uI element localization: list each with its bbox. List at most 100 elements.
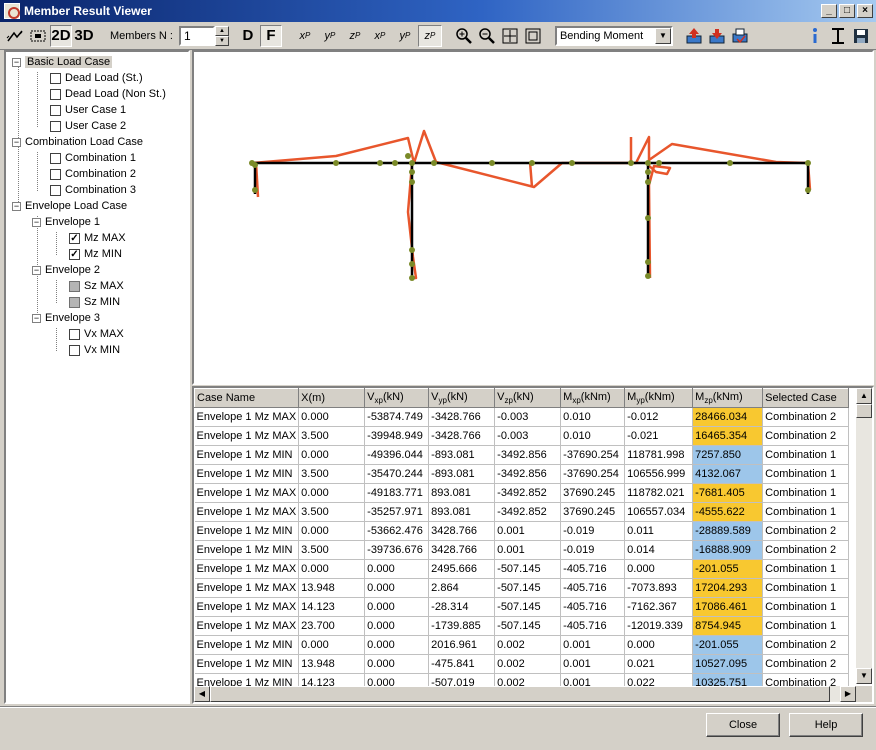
export-icon[interactable]: [683, 25, 705, 47]
table-cell[interactable]: -37690.254: [560, 445, 626, 465]
tree-checkbox[interactable]: [69, 280, 80, 292]
xp-force-button[interactable]: xP: [293, 25, 317, 47]
table-cell[interactable]: -7073.893: [624, 578, 694, 598]
table-cell[interactable]: Combination 1: [762, 483, 850, 503]
zoom-fit-icon[interactable]: [499, 25, 521, 47]
table-cell[interactable]: Envelope 1 Mz MIN: [194, 521, 300, 541]
table-cell[interactable]: 13.948: [298, 654, 366, 674]
help-button[interactable]: Help: [789, 713, 863, 737]
table-cell[interactable]: 893.081: [428, 502, 496, 522]
table-cell[interactable]: -405.716: [560, 559, 626, 579]
zoom-window-icon[interactable]: [522, 25, 544, 47]
table-cell[interactable]: -1739.885: [428, 616, 496, 636]
table-cell[interactable]: -507.145: [494, 616, 562, 636]
table-row[interactable]: Envelope 1 Mz MAX 0.000 -49183.771 893.081-…: [194, 483, 850, 503]
result-table[interactable]: Case Name X(m) Vxp(kN) Vyp(kN) Vzp(kN) Mxp(kN…: [192, 386, 874, 704]
table-cell[interactable]: 0.000: [364, 616, 430, 636]
table-cell[interactable]: Envelope 1 Mz MAX: [194, 597, 300, 617]
table-cell[interactable]: -7162.367: [624, 597, 694, 617]
table-cell[interactable]: -53662.476: [364, 521, 430, 541]
collapse-icon[interactable]: −: [12, 57, 21, 67]
maximize-button[interactable]: □: [839, 4, 855, 18]
table-cell[interactable]: Envelope 1 Mz MAX: [194, 426, 300, 446]
table-cell[interactable]: 2.864: [428, 578, 496, 598]
table-cell[interactable]: -28.314: [428, 597, 496, 617]
table-cell[interactable]: Envelope 1 Mz MIN: [194, 540, 300, 560]
table-cell[interactable]: 0.000: [364, 559, 430, 579]
xp-moment-button[interactable]: xP: [368, 25, 392, 47]
table-cell[interactable]: Envelope 1 Mz MAX: [194, 407, 300, 427]
table-cell[interactable]: Envelope 1 Mz MAX: [194, 616, 300, 636]
print-icon[interactable]: [729, 25, 751, 47]
table-cell[interactable]: -405.716: [560, 597, 626, 617]
zoom-in-icon[interactable]: [453, 25, 475, 47]
zp-force-button[interactable]: zP: [343, 25, 367, 47]
tree-item[interactable]: Dead Load (Non St.): [50, 86, 166, 102]
scroll-left-icon[interactable]: ◀: [194, 686, 210, 702]
view-2d-button[interactable]: 2D: [50, 24, 72, 47]
table-cell[interactable]: -475.841: [428, 654, 496, 674]
column-header[interactable]: X(m): [298, 388, 366, 408]
tree-item[interactable]: − Envelope 2: [32, 262, 100, 278]
tree-item[interactable]: Combination 1: [50, 150, 136, 166]
tree-checkbox[interactable]: [69, 328, 80, 340]
title-bar[interactable]: Member Result Viewer _ □ ×: [0, 0, 876, 22]
tree-item[interactable]: Combination 2: [50, 166, 136, 182]
table-row[interactable]: Envelope 1 Mz MIN 13.948 0.000 -475.841 0.00…: [194, 654, 850, 674]
tree-item[interactable]: User Case 2: [50, 118, 126, 134]
table-cell[interactable]: Combination 1: [762, 464, 850, 484]
table-cell[interactable]: Combination 2: [762, 407, 850, 427]
horizontal-scroll-thumb[interactable]: [210, 686, 830, 702]
result-type-select[interactable]: Bending Moment ▼: [554, 25, 673, 46]
yp-moment-button[interactable]: yP: [393, 25, 417, 47]
collapse-icon[interactable]: −: [32, 265, 41, 275]
column-header[interactable]: Selected Case: [762, 388, 850, 408]
table-cell[interactable]: -3492.852: [494, 502, 562, 522]
table-cell[interactable]: -4555.622: [692, 502, 764, 522]
table-cell[interactable]: -507.145: [494, 597, 562, 617]
table-cell[interactable]: 17204.293: [692, 578, 764, 598]
table-cell[interactable]: 3428.766: [428, 521, 496, 541]
table-cell[interactable]: Envelope 1 Mz MIN: [194, 445, 300, 465]
table-row[interactable]: Envelope 1 Mz MAX 13.948 0.000 2.864 -507.14…: [194, 578, 850, 598]
table-cell[interactable]: 0.000: [624, 635, 694, 655]
table-cell[interactable]: 0.002: [494, 654, 562, 674]
info-icon[interactable]: [804, 25, 826, 47]
table-cell[interactable]: 0.000: [364, 578, 430, 598]
vertical-scroll-thumb[interactable]: [856, 404, 872, 418]
horizontal-scrollbar[interactable]: ◀ ▶: [194, 686, 856, 702]
table-cell[interactable]: 0.000: [298, 521, 366, 541]
tree-item[interactable]: Mz MAX: [69, 230, 126, 246]
table-cell[interactable]: -405.716: [560, 578, 626, 598]
table-cell[interactable]: Combination 1: [762, 578, 850, 598]
tree-item[interactable]: Combination 3: [50, 182, 136, 198]
table-cell[interactable]: 0.000: [298, 445, 366, 465]
tree-checkbox[interactable]: [50, 88, 61, 100]
table-cell[interactable]: -28889.589: [692, 521, 764, 541]
table-cell[interactable]: -39948.949: [364, 426, 430, 446]
table-cell[interactable]: 13.948: [298, 578, 366, 598]
table-cell[interactable]: -3492.852: [494, 483, 562, 503]
table-row[interactable]: Envelope 1 Mz MIN 3.500 -35470.244 -893.081…: [194, 464, 850, 484]
close-button[interactable]: Close: [706, 713, 780, 737]
table-cell[interactable]: -3492.856: [494, 445, 562, 465]
import-icon[interactable]: [706, 25, 728, 47]
table-cell[interactable]: 2016.961: [428, 635, 496, 655]
table-cell[interactable]: 2495.666: [428, 559, 496, 579]
table-cell[interactable]: -3492.856: [494, 464, 562, 484]
column-header[interactable]: Mxp(kNm): [560, 388, 626, 408]
table-cell[interactable]: 0.000: [364, 635, 430, 655]
table-cell[interactable]: 0.000: [364, 597, 430, 617]
table-cell[interactable]: Combination 1: [762, 559, 850, 579]
vertical-scrollbar[interactable]: ▲ ▼: [856, 388, 872, 684]
table-cell[interactable]: 118781.998: [624, 445, 694, 465]
table-cell[interactable]: 0.014: [624, 540, 694, 560]
view-3d-button[interactable]: 3D: [73, 25, 95, 47]
tree-item[interactable]: User Case 1: [50, 102, 126, 118]
column-header[interactable]: Case Name: [194, 388, 300, 408]
table-cell[interactable]: 7257.850: [692, 445, 764, 465]
save-icon[interactable]: [850, 25, 872, 47]
tree-item[interactable]: Vx MIN: [69, 342, 120, 358]
table-cell[interactable]: Combination 1: [762, 502, 850, 522]
table-row[interactable]: Envelope 1 Mz MAX 3.500 -39948.949 -3428.76…: [194, 426, 850, 446]
